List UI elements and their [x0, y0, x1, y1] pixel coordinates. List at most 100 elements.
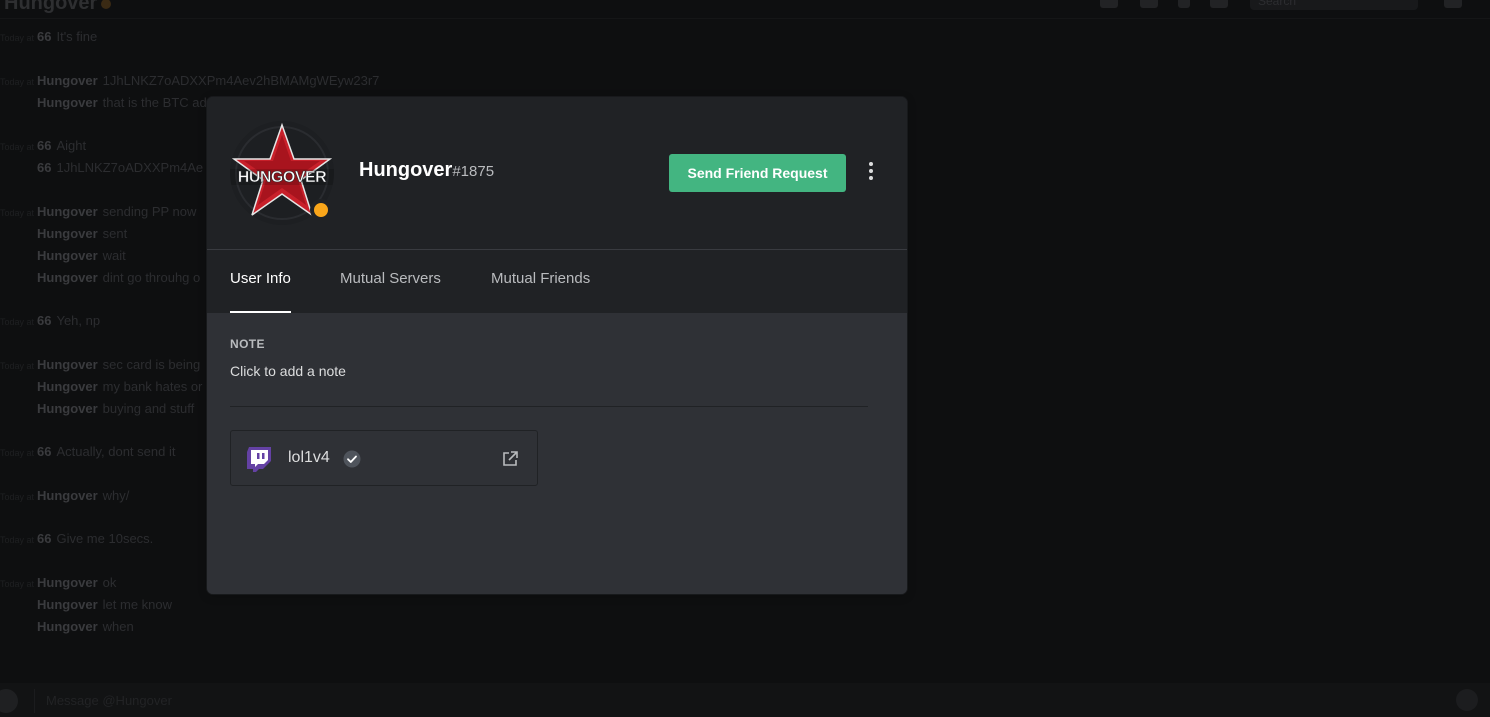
message-author[interactable]: Hungover — [37, 401, 98, 416]
message-timestamp: Today at — [0, 142, 35, 152]
emoji-icon[interactable] — [1456, 689, 1478, 711]
message-row: Hungover dint go throuhg o — [0, 270, 200, 286]
message-text: ok — [102, 575, 117, 590]
message-text: why/ — [102, 488, 130, 503]
message-row: Hungover let me know — [0, 597, 172, 613]
tab-user-info[interactable]: User Info — [230, 250, 291, 313]
message-author[interactable]: 66 — [37, 138, 51, 153]
message-timestamp: Today at — [0, 317, 35, 327]
avatar-logo-text: HUNGOVER — [238, 169, 327, 186]
status-dot-icon — [101, 0, 112, 9]
pin-icon[interactable] — [1178, 0, 1190, 8]
message-author[interactable]: 66 — [37, 313, 51, 328]
message-row: Hungover when — [0, 619, 134, 635]
message-row: Today at 66 Actually, dont send it — [0, 444, 175, 461]
message-row: Today at Hungover why/ — [0, 488, 129, 505]
tab-mutual-servers[interactable]: Mutual Servers — [340, 250, 441, 313]
message-author[interactable]: Hungover — [37, 226, 98, 241]
message-row: Today at 66 Give me 10secs. — [0, 531, 153, 548]
message-author[interactable]: Hungover — [37, 488, 98, 503]
message-text: that is the BTC ad — [102, 95, 207, 110]
message-author[interactable]: Hungover — [37, 575, 98, 590]
user-profile-modal: HUNGOVER Hungover#1875 Send Friend Reque… — [207, 97, 907, 594]
channel-title: Hungover — [4, 0, 112, 15]
message-row: Hungover my bank hates or — [0, 379, 202, 395]
message-text: 1JhLNKZ7oADXXPm4Aev2hBMAMgWEyw23r7 — [102, 73, 380, 88]
message-text: 1JhLNKZ7oADXXPm4Ae — [56, 160, 204, 175]
video-call-icon[interactable] — [1100, 0, 1118, 8]
message-text: Give me 10secs. — [56, 531, 154, 546]
profile-header: HUNGOVER Hungover#1875 Send Friend Reque… — [207, 97, 907, 249]
message-text: dint go throuhg o — [102, 270, 201, 285]
message-row: Today at Hungover sending PP now — [0, 204, 196, 221]
note-input[interactable]: Click to add a note — [230, 363, 346, 379]
message-timestamp: Today at — [0, 77, 35, 87]
verified-badge-icon — [343, 450, 361, 468]
message-text: sec card is being — [102, 357, 201, 372]
mentions-icon[interactable] — [1444, 0, 1462, 8]
channel-header: Hungover Search — [0, 0, 1490, 19]
connected-account-name: lol1v4 — [288, 449, 330, 466]
message-text: buying and stuff — [102, 401, 195, 416]
avatar-container: HUNGOVER — [230, 121, 334, 225]
message-author[interactable]: Hungover — [37, 270, 98, 285]
message-row: Hungover that is the BTC ad — [0, 95, 207, 111]
message-timestamp: Today at — [0, 448, 35, 458]
twitch-icon — [247, 447, 271, 472]
composer-divider — [34, 689, 35, 713]
search-input[interactable]: Search — [1250, 0, 1418, 10]
discriminator-text: #1875 — [452, 163, 495, 180]
message-composer: Message @Hungover — [0, 683, 1490, 717]
message-timestamp: Today at — [0, 535, 35, 545]
message-timestamp: Today at — [0, 492, 35, 502]
section-divider — [230, 406, 868, 407]
message-author[interactable]: 66 — [37, 29, 51, 44]
message-author[interactable]: Hungover — [37, 73, 98, 88]
message-text: sending PP now — [102, 204, 197, 219]
message-text: Aight — [56, 138, 87, 153]
message-row: 66 1JhLNKZ7oADXXPm4Ae — [0, 160, 203, 176]
profile-tabs: User Info Mutual Servers Mutual Friends — [207, 249, 907, 314]
note-section-title: NOTE — [230, 337, 265, 351]
message-timestamp: Today at — [0, 361, 35, 371]
user-info-panel: NOTE Click to add a note lol1v4 — [207, 313, 907, 594]
message-timestamp: Today at — [0, 579, 35, 589]
message-row: Hungover sent — [0, 226, 127, 242]
profile-username: Hungover#1875 — [359, 159, 494, 182]
message-row: Today at 66 It's fine — [0, 29, 97, 46]
message-text: sent — [102, 226, 128, 241]
message-row: Hungover wait — [0, 248, 126, 264]
message-author[interactable]: Hungover — [37, 597, 98, 612]
message-author[interactable]: Hungover — [37, 379, 98, 394]
message-row: Today at Hungover 1JhLNKZ7oADXXPm4Aev2hBMA… — [0, 73, 379, 90]
message-author[interactable]: Hungover — [37, 357, 98, 372]
external-link-icon[interactable] — [501, 450, 519, 468]
message-author[interactable]: 66 — [37, 531, 51, 546]
message-timestamp: Today at — [0, 33, 35, 43]
message-row: Today at Hungover ok — [0, 575, 116, 592]
message-author[interactable]: 66 — [37, 444, 51, 459]
send-friend-request-button[interactable]: Send Friend Request — [669, 154, 846, 192]
message-text: Yeh, np — [56, 313, 101, 328]
message-author[interactable]: Hungover — [37, 95, 98, 110]
username-text: Hungover — [359, 159, 453, 181]
message-row: Today at Hungover sec card is being — [0, 357, 200, 374]
tab-mutual-friends[interactable]: Mutual Friends — [491, 250, 590, 313]
message-row: Hungover buying and stuff — [0, 401, 194, 417]
message-text: wait — [102, 248, 126, 263]
message-timestamp: Today at — [0, 208, 35, 218]
voice-call-icon[interactable] — [1140, 0, 1158, 8]
message-author[interactable]: Hungover — [37, 248, 98, 263]
message-row: Today at 66 Yeh, np — [0, 313, 100, 330]
message-row: Today at 66 Aight — [0, 138, 86, 155]
add-friend-icon[interactable] — [1210, 0, 1228, 8]
message-author[interactable]: Hungover — [37, 204, 98, 219]
message-text: It's fine — [56, 29, 98, 44]
message-text: my bank hates or — [102, 379, 203, 394]
connected-account-twitch: lol1v4 — [230, 430, 538, 486]
message-author[interactable]: 66 — [37, 160, 51, 175]
message-input[interactable]: Message @Hungover — [46, 693, 172, 708]
more-vertical-icon[interactable] — [861, 159, 881, 187]
message-author[interactable]: Hungover — [37, 619, 98, 634]
attach-plus-icon[interactable] — [0, 689, 18, 713]
